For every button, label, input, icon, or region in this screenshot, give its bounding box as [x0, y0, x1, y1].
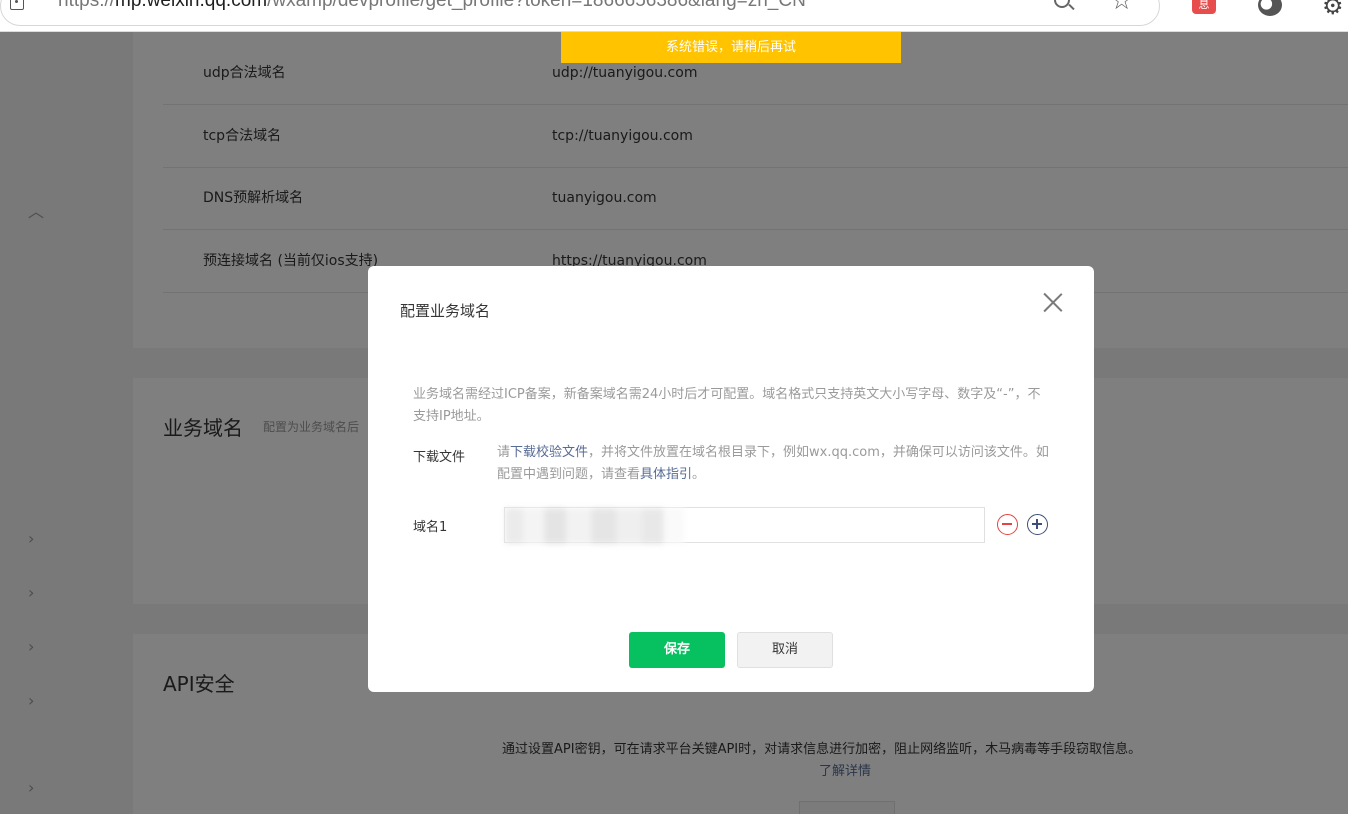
- redacted-value: [505, 508, 685, 544]
- domain-1-label: 域名1: [413, 520, 448, 535]
- extension-avatar-icon[interactable]: [1258, 0, 1282, 16]
- guide-link[interactable]: 具体指引: [640, 467, 692, 482]
- close-icon[interactable]: [1043, 292, 1063, 312]
- domain-notice: 业务域名需经过ICP备案，新备案域名需24小时后才可配置。域名格式只支持英文大小…: [413, 387, 1041, 424]
- extension-gear-icon[interactable]: ⚙: [1322, 0, 1344, 20]
- browser-toolbar: https://mp.weixin.qq.com/wxamp/devprofil…: [0, 0, 1348, 32]
- cancel-button[interactable]: 取消: [737, 632, 833, 668]
- site-info-icon[interactable]: [10, 0, 24, 10]
- url-host: mp.weixin.qq.com: [115, 0, 268, 11]
- url-prefix: https://: [58, 0, 116, 11]
- url-text[interactable]: https://mp.weixin.qq.com/wxamp/devprofil…: [58, 0, 806, 12]
- extension-message-icon[interactable]: 息: [1192, 0, 1216, 14]
- remove-domain-icon[interactable]: [997, 514, 1018, 535]
- download-verification-file-link[interactable]: 下载校验文件: [510, 445, 588, 460]
- add-domain-icon[interactable]: [1027, 514, 1048, 535]
- download-end-text: 。: [692, 467, 706, 482]
- domain-1-field[interactable]: [504, 507, 985, 544]
- download-instructions: 请下载校验文件，并将文件放置在域名根目录下，例如wx.qq.com，并确保可以访…: [497, 442, 1057, 486]
- save-button[interactable]: 保存: [629, 632, 725, 668]
- download-pre-text: 请: [497, 445, 511, 460]
- configure-business-domain-dialog: 配置业务域名 业务域名需经过ICP备案，新备案域名需24小时后才可配置。域名格式…: [368, 266, 1094, 692]
- download-file-label: 下载文件: [413, 450, 466, 465]
- url-path: /wxamp/devprofile/get_profile?token=1866…: [267, 0, 806, 11]
- bookmark-star-icon[interactable]: ☆: [1110, 0, 1133, 16]
- error-toast: 系统错误，请稍后再试: [561, 32, 901, 63]
- dialog-title: 配置业务域名: [400, 302, 491, 320]
